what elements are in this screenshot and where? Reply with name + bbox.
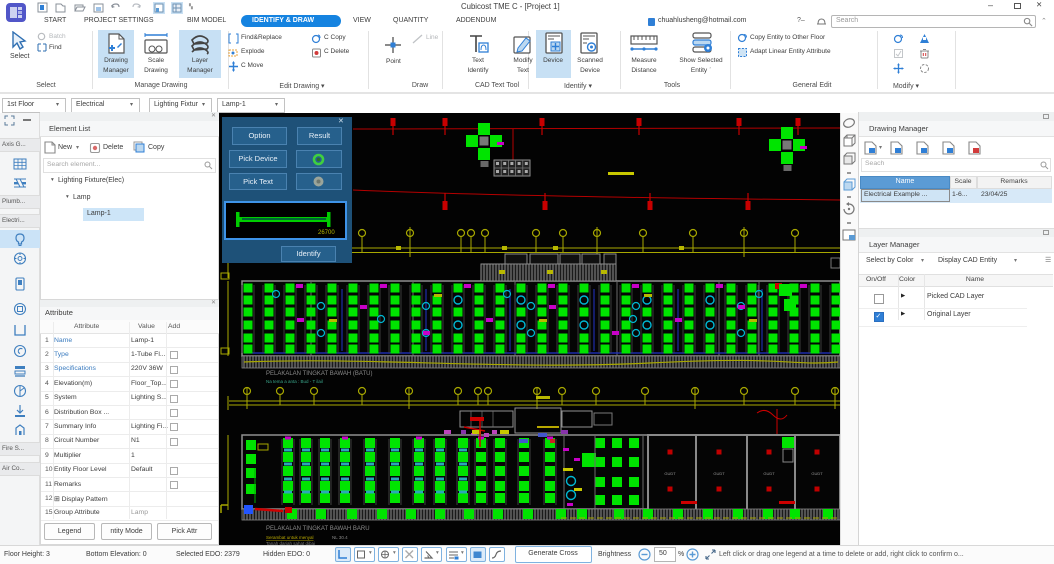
svg-text:26700: 26700 <box>318 230 335 236</box>
svg-text:GUDT: GUDT <box>664 471 676 476</box>
svg-text:PELAKALAN TINGKAT BAWAH (BATU): PELAKALAN TINGKAT BAWAH (BATU) <box>266 371 372 377</box>
svg-text:GUDT: GUDT <box>713 471 725 476</box>
svg-text:GUDT: GUDT <box>811 471 823 476</box>
svg-text:Na tema a anta : Bud - T ilail: Na tema a anta : Bud - T ilail <box>266 379 323 384</box>
svg-text:NL 30.4: NL 30.4 <box>332 535 348 540</box>
svg-text:GUDT: GUDT <box>763 471 775 476</box>
svg-text:Serambat untuk menyal: Serambat untuk menyal <box>266 535 314 540</box>
svg-text:PELAKALAN TINGKAT BAWAH BARU: PELAKALAN TINGKAT BAWAH BARU <box>266 526 370 532</box>
